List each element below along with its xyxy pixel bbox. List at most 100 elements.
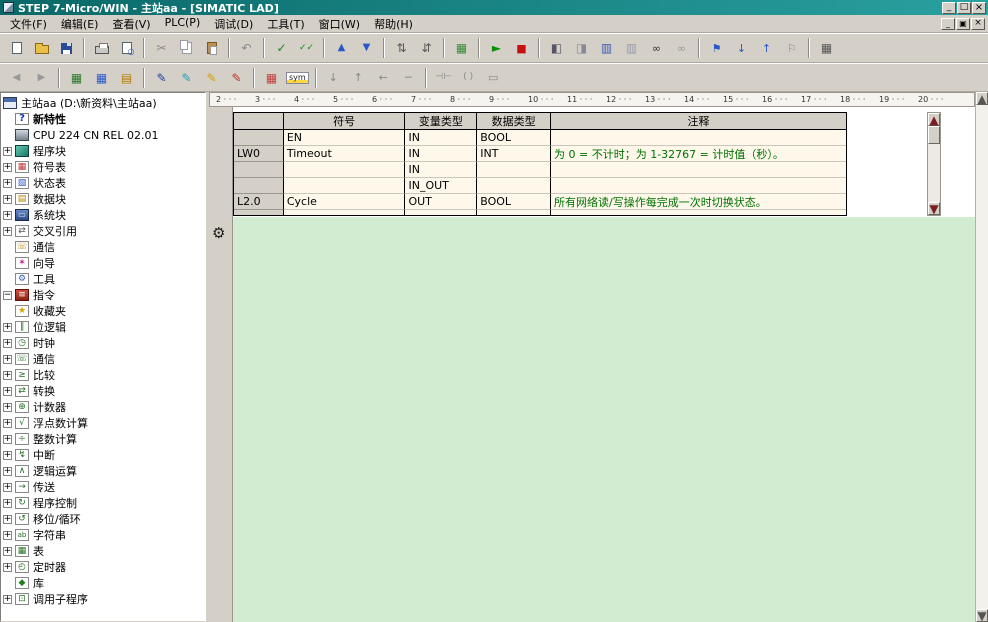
data-type-cell[interactable]: BOOL (477, 194, 551, 210)
sidebar-item-tools[interactable]: ⚙工具 (1, 271, 205, 287)
address-cell[interactable] (234, 210, 284, 216)
sidebar-item-communications-instructions[interactable]: +☏通信 (1, 351, 205, 367)
paste-button[interactable] (200, 37, 223, 59)
sidebar-item-status-chart[interactable]: +▧状态表 (1, 175, 205, 191)
sidebar-item-string[interactable]: +ab字符串 (1, 527, 205, 543)
expand-toggle-icon[interactable]: + (3, 179, 12, 188)
view-status-chart-button[interactable]: ▦ (90, 67, 113, 89)
expand-toggle-icon[interactable]: + (3, 499, 12, 508)
child-minimize-button[interactable]: _ (941, 18, 955, 30)
next-bookmark-button[interactable]: ↓ (730, 37, 753, 59)
data-type-cell[interactable] (477, 162, 551, 178)
sidebar-item-data-block[interactable]: +▤数据块 (1, 191, 205, 207)
symbol-cell[interactable] (284, 162, 406, 178)
expand-toggle-icon[interactable]: + (3, 515, 12, 524)
navigate-forward-button[interactable]: ▶ (30, 67, 53, 89)
menu-file[interactable]: 文件(F) (3, 14, 54, 34)
expand-toggle-icon[interactable]: + (3, 387, 12, 396)
expand-toggle-icon[interactable]: + (3, 355, 12, 364)
sidebar-item-floating-point-math[interactable]: +√浮点数计算 (1, 415, 205, 431)
sidebar-item-interrupt[interactable]: +↯中断 (1, 447, 205, 463)
comment-cell[interactable]: 为 0 = 不计时；为 1-32767 = 计时值（秒）。 (551, 146, 846, 162)
menu-plc[interactable]: PLC(P) (158, 14, 208, 34)
sidebar-item-favorites[interactable]: ★收藏夹 (1, 303, 205, 319)
table-scroll-thumb[interactable] (928, 126, 940, 144)
sidebar-item-call-subroutines[interactable]: +⊡调用子程序 (1, 591, 205, 607)
status-monitor-button[interactable]: ∞ (645, 37, 668, 59)
view-data-block-button[interactable]: ▤ (115, 67, 138, 89)
maximize-button[interactable]: □ (957, 2, 971, 14)
expand-toggle-icon[interactable]: + (3, 163, 12, 172)
sidebar-item-communications[interactable]: ☏通信 (1, 239, 205, 255)
menu-help[interactable]: 帮助(H) (367, 14, 420, 34)
child-restore-button[interactable]: ▣ (956, 18, 970, 30)
data-type-cell[interactable]: BOOL (477, 130, 551, 146)
sidebar-item-compare[interactable]: +≥比较 (1, 367, 205, 383)
run-button[interactable]: ► (485, 37, 508, 59)
sort-descending-button[interactable]: ⇵ (415, 37, 438, 59)
editor-scroll-track[interactable] (976, 105, 988, 609)
expand-toggle-icon[interactable]: + (3, 403, 12, 412)
editor-scroll-down-button[interactable]: ▼ (976, 609, 988, 622)
cut-button[interactable]: ✂ (150, 37, 173, 59)
address-cell[interactable] (234, 162, 284, 178)
editor-scrollbar[interactable]: ▲ ▼ (975, 92, 988, 622)
box-button[interactable]: ▭ (482, 67, 505, 89)
compile-button[interactable]: ✓ (270, 37, 293, 59)
sidebar-item-system-block[interactable]: +▭系统块 (1, 207, 205, 223)
var-type-cell[interactable]: IN (405, 162, 477, 178)
program-status-button[interactable]: ◧ (545, 37, 568, 59)
expand-toggle-icon[interactable]: + (3, 435, 12, 444)
sidebar-item-bit-logic[interactable]: +∥位逻辑 (1, 319, 205, 335)
comment-cell[interactable] (551, 162, 846, 178)
expand-toggle-icon[interactable]: + (3, 563, 12, 572)
view-symbol-table-button[interactable]: ▦ (65, 67, 88, 89)
local-variable-table-button[interactable]: ▦ (815, 37, 838, 59)
line-left-button[interactable]: ← (372, 67, 395, 89)
download-button[interactable]: ▼ (355, 37, 378, 59)
comment-cell[interactable] (551, 210, 846, 216)
symbol-cell[interactable]: Timeout (284, 146, 406, 162)
compile-all-button[interactable]: ✓✓ (295, 37, 318, 59)
pause-program-status-button[interactable]: ◨ (570, 37, 593, 59)
menu-tools[interactable]: 工具(T) (260, 14, 311, 34)
expand-toggle-icon[interactable]: + (3, 371, 12, 380)
minimize-button[interactable]: _ (942, 2, 956, 14)
line-down-button[interactable]: ↓ (322, 67, 345, 89)
sidebar-item-timers[interactable]: +◴定时器 (1, 559, 205, 575)
sidebar-item-clock[interactable]: +◷时钟 (1, 335, 205, 351)
var-type-cell[interactable]: IN (405, 130, 477, 146)
expand-toggle-icon[interactable]: + (3, 419, 12, 428)
close-button[interactable]: × (972, 2, 986, 14)
address-cell[interactable]: LW0 (234, 146, 284, 162)
read-all-forced-button[interactable]: ✎ (200, 67, 223, 89)
data-type-cell[interactable] (477, 178, 551, 194)
coil-button[interactable]: ( ) (457, 67, 480, 89)
sidebar-item-program-block[interactable]: +程序块 (1, 143, 205, 159)
sidebar-item-table[interactable]: +▦表 (1, 543, 205, 559)
editor-scroll-up-button[interactable]: ▲ (976, 92, 988, 105)
expand-toggle-icon[interactable]: + (3, 339, 12, 348)
expand-toggle-icon[interactable]: + (3, 147, 12, 156)
sidebar-item-whats-new[interactable]: ?新特性 (1, 111, 205, 127)
force-button[interactable]: ✎ (150, 67, 173, 89)
sidebar-item-convert[interactable]: +⇄转换 (1, 383, 205, 399)
symbol-cell[interactable]: EN (284, 130, 406, 146)
sidebar-item-shift-rotate[interactable]: +↺移位/循环 (1, 511, 205, 527)
table-scrollbar[interactable]: ▲ ▼ (927, 112, 941, 216)
expand-toggle-icon[interactable]: + (3, 547, 12, 556)
upload-button[interactable]: ▲ (330, 37, 353, 59)
menu-window[interactable]: 窗口(W) (312, 14, 367, 34)
menu-edit[interactable]: 编辑(E) (54, 14, 106, 34)
table-scroll-down-button[interactable]: ▼ (928, 202, 940, 215)
copy-button[interactable] (175, 37, 198, 59)
address-cell[interactable] (234, 178, 284, 194)
expand-toggle-icon[interactable]: + (3, 227, 12, 236)
var-type-cell[interactable]: IN_OUT (405, 178, 477, 194)
sidebar-item-project-root[interactable]: 主站aa (D:\新资料\主站aa) (1, 95, 205, 111)
collapse-toggle-icon[interactable]: − (3, 291, 12, 300)
undo-button[interactable]: ↶ (235, 37, 258, 59)
sidebar-item-logical-operations[interactable]: +∧逻辑运算 (1, 463, 205, 479)
menu-view[interactable]: 查看(V) (105, 14, 157, 34)
toggle-bookmark-button[interactable]: ⚑ (705, 37, 728, 59)
